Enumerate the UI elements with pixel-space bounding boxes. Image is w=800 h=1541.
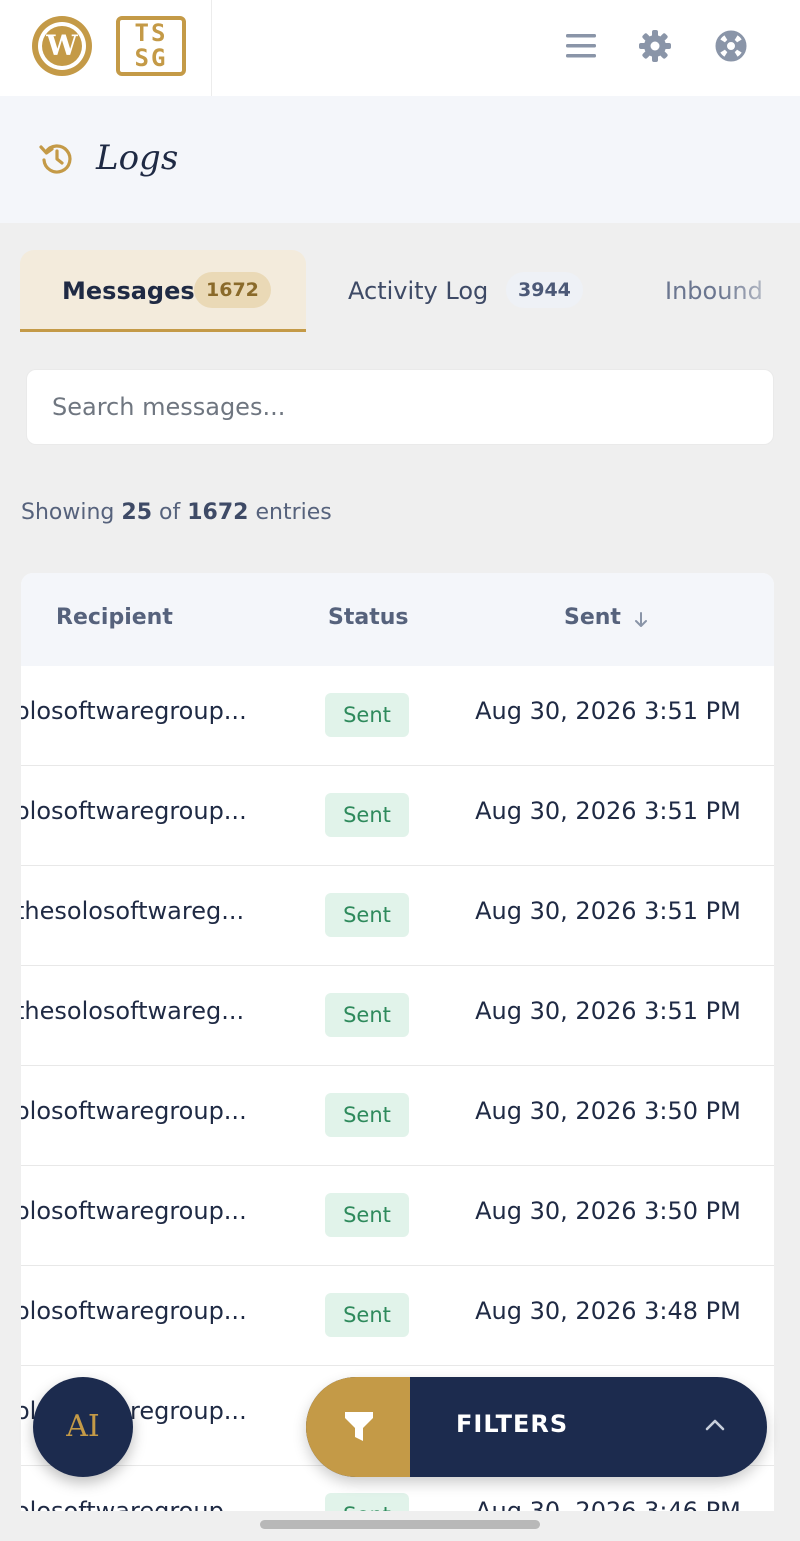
history-icon [39, 144, 72, 174]
status-badge: Sent [325, 693, 409, 737]
tab-activity-log-label: Activity Log [348, 277, 489, 305]
table-row[interactable]: olosoftwaregroup... Sent Aug 30, 2026 3:51… [21, 766, 774, 866]
gear-icon[interactable] [637, 28, 673, 64]
status-badge: Sent [325, 1093, 409, 1137]
sent-date-cell: Aug 30, 2026 3:51 PM [475, 697, 741, 725]
tabs-scroll-fade [720, 250, 800, 332]
summary-prefix: Showing [21, 500, 115, 525]
column-header-status[interactable]: Status [328, 605, 408, 630]
table-row[interactable]: olosoftwaregroup... Sent Aug 30, 2026 3:50… [21, 1166, 774, 1266]
tssg-logo-line1: TS [134, 19, 168, 47]
filter-button[interactable] [306, 1377, 410, 1477]
table-row[interactable]: thesolosoftwareg... Sent Aug 30, 2026 3:51… [21, 866, 774, 966]
tab-activity-log[interactable]: Activity Log 3944 [320, 250, 620, 332]
recipient-cell: olosoftwaregroup... [21, 1297, 247, 1325]
tab-messages-label: Messages [62, 277, 195, 305]
search-input[interactable] [26, 369, 774, 445]
wordpress-logo[interactable]: W [32, 16, 92, 76]
sent-date-cell: Aug 30, 2026 3:51 PM [475, 797, 741, 825]
tab-messages[interactable]: Messages 1672 [20, 250, 306, 332]
table-row[interactable]: olosoftwaregroup... Sent Aug 30, 2026 3:50… [21, 1066, 774, 1166]
status-badge: Sent [325, 1193, 409, 1237]
tssg-logo-line2: SG [134, 44, 168, 72]
recipient-cell: thesolosoftwareg... [21, 897, 245, 925]
sent-date-cell: Aug 30, 2026 3:46 PM [475, 1497, 741, 1511]
tab-messages-count: 1672 [194, 272, 271, 308]
ai-assistant-button[interactable]: AI [33, 1377, 133, 1477]
entries-summary: Showing 25 of 1672 entries [21, 500, 332, 525]
sent-date-cell: Aug 30, 2026 3:48 PM [475, 1297, 741, 1325]
header-divider [211, 0, 212, 96]
recipient-cell: olosoftwaregroup... [21, 1497, 247, 1511]
column-header-sent[interactable]: Sent [564, 605, 621, 630]
column-header-recipient[interactable]: Recipient [56, 605, 173, 630]
status-badge: Sent [325, 1293, 409, 1337]
recipient-cell: olosoftwaregroup... [21, 1197, 247, 1225]
recipient-cell: olosoftwaregroup... [21, 797, 247, 825]
sent-date-cell: Aug 30, 2026 3:51 PM [475, 997, 741, 1025]
page-title: Logs [96, 138, 179, 178]
sent-date-cell: Aug 30, 2026 3:50 PM [475, 1197, 741, 1225]
summary-total-count: 1672 [187, 500, 249, 525]
home-indicator [260, 1520, 540, 1529]
recipient-cell: olosoftwaregroup... [21, 697, 247, 725]
table-row[interactable]: thesolosoftwareg... Sent Aug 30, 2026 3:51… [21, 966, 774, 1066]
table-row[interactable]: olosoftwaregroup... Sent Aug 30, 2026 3:51… [21, 666, 774, 766]
sent-date-cell: Aug 30, 2026 3:50 PM [475, 1097, 741, 1125]
summary-of: of [159, 500, 181, 525]
wordpress-logo-mark: W [42, 26, 82, 66]
top-bar: W TS SG [0, 0, 800, 96]
support-icon[interactable] [713, 28, 749, 64]
filters-bar[interactable]: FILTERS [306, 1377, 767, 1477]
sent-date-cell: Aug 30, 2026 3:51 PM [475, 897, 741, 925]
table-header: Recipient Status Sent [21, 573, 774, 666]
tab-activity-log-count: 3944 [506, 272, 583, 308]
sort-descending-icon[interactable] [633, 611, 649, 629]
funnel-icon [345, 1412, 373, 1441]
summary-shown-count: 25 [121, 500, 153, 525]
table-row[interactable]: olosoftwaregroup... Sent Aug 30, 2026 3:48… [21, 1266, 774, 1366]
tssg-logo[interactable]: TS SG [116, 16, 186, 76]
status-badge: Sent [325, 1493, 409, 1511]
recipient-cell: thesolosoftwareg... [21, 997, 245, 1025]
chevron-up-icon[interactable] [704, 1418, 726, 1432]
status-badge: Sent [325, 793, 409, 837]
status-badge: Sent [325, 893, 409, 937]
summary-suffix: entries [255, 500, 332, 525]
filters-label: FILTERS [456, 1410, 569, 1438]
menu-icon[interactable] [563, 28, 599, 64]
status-badge: Sent [325, 993, 409, 1037]
messages-table: Recipient Status Sent olosoftwaregroup..… [21, 573, 774, 1511]
recipient-cell: olosoftwaregroup... [21, 1097, 247, 1125]
